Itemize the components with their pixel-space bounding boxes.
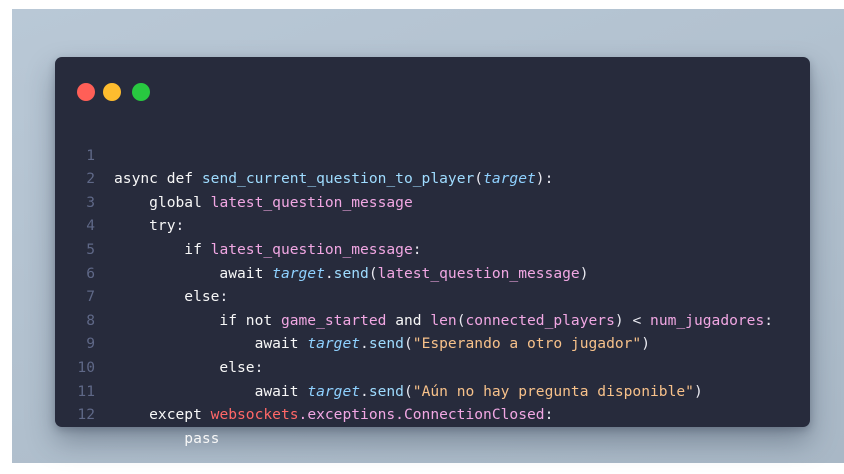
line-number: 12 <box>77 406 95 424</box>
code-line: 7 if not game_started and len(connected_… <box>55 262 810 329</box>
code-line: 5 await target.send(latest_question_mess… <box>55 214 810 282</box>
code-line: 2 global latest_question_message <box>55 144 810 211</box>
code-line: 11 except websockets.exceptions.Connecti… <box>55 356 810 424</box>
maximize-dot-icon <box>132 83 150 101</box>
minimize-dot-icon <box>103 83 121 101</box>
code-block: 1 async def send_current_question_to_pla… <box>55 120 810 447</box>
code-text: pass <box>184 429 220 447</box>
code-line: 4 if latest_question_message: <box>55 191 810 258</box>
code-line: 10 await target.send("Aún no hay pregunt… <box>55 332 810 400</box>
code-text: except websockets.exceptions.ConnectionC… <box>149 406 554 424</box>
code-line: 12 pass <box>55 380 810 447</box>
code-window: 1 async def send_current_question_to_pla… <box>55 57 810 447</box>
close-dot-icon <box>77 83 95 101</box>
code-line: 8 await target.send("Esperando a otro ju… <box>55 285 810 353</box>
code-line: 1 async def send_current_question_to_pla… <box>55 120 810 188</box>
code-line: 9 else: <box>55 309 810 376</box>
code-line: 6 else: <box>55 238 810 306</box>
code-line: 3 try: <box>55 167 810 235</box>
